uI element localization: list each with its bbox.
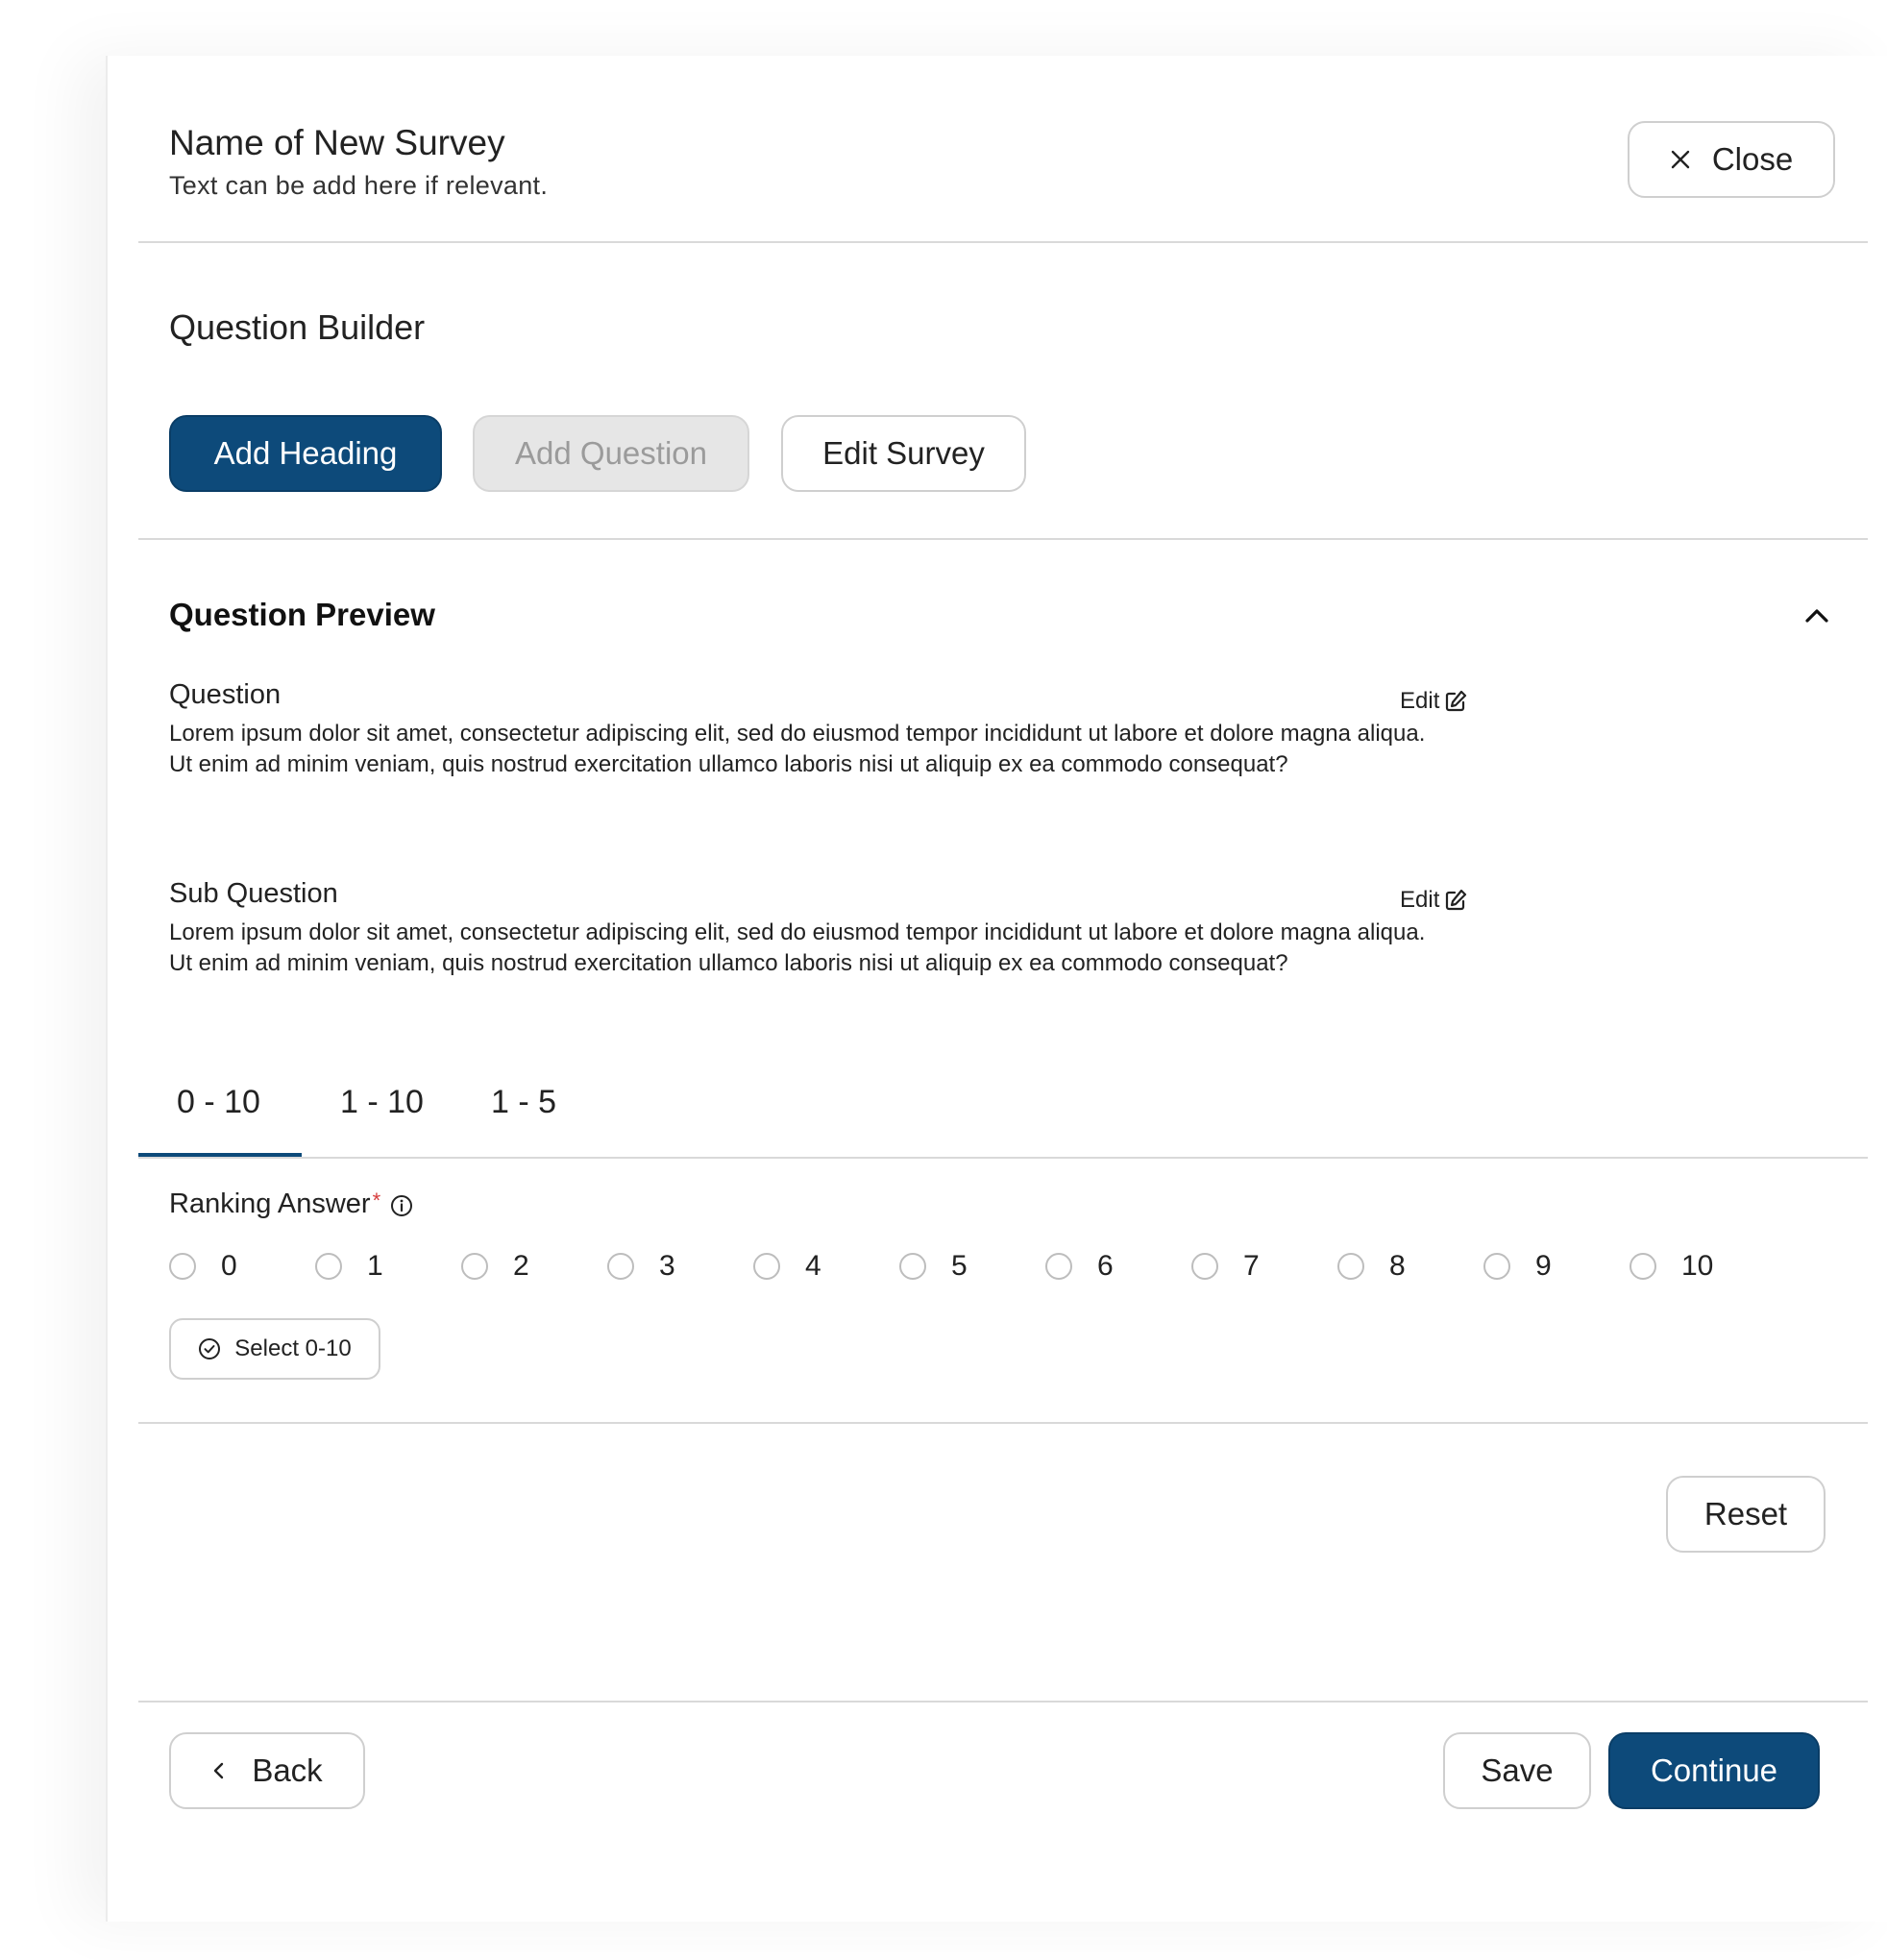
radio-label: 8 — [1389, 1250, 1406, 1282]
edit-icon — [1446, 889, 1467, 911]
radio-label: 4 — [805, 1250, 821, 1282]
survey-subtitle: Text can be add here if relevant. — [169, 171, 549, 200]
question-label: Question — [169, 679, 282, 710]
radio-option-8[interactable]: 8 — [1337, 1250, 1406, 1283]
radio-circle[interactable] — [1483, 1253, 1510, 1280]
close-label: Close — [1711, 141, 1794, 177]
radio-circle[interactable] — [1191, 1253, 1218, 1280]
radio-option-4[interactable]: 4 — [753, 1250, 821, 1283]
radio-option-3[interactable]: 3 — [607, 1250, 675, 1283]
radio-circle[interactable] — [169, 1253, 196, 1280]
radio-circle[interactable] — [753, 1253, 780, 1280]
radio-option-5[interactable]: 5 — [899, 1250, 968, 1283]
add-question-button[interactable]: Add Question — [473, 415, 749, 492]
check-circle-icon — [199, 1338, 221, 1360]
save-button[interactable]: Save — [1443, 1732, 1591, 1809]
radio-circle[interactable] — [1045, 1253, 1072, 1280]
edit-icon — [1446, 690, 1467, 712]
edit-survey-button[interactable]: Edit Survey — [781, 415, 1026, 492]
radio-label: 5 — [951, 1250, 968, 1282]
radio-option-1[interactable]: 1 — [315, 1250, 383, 1283]
radio-label: 7 — [1243, 1250, 1260, 1282]
reset-button[interactable]: Reset — [1666, 1476, 1826, 1553]
chevron-up-icon[interactable] — [1802, 601, 1831, 630]
info-icon[interactable] — [390, 1194, 413, 1217]
subquestion-text: Lorem ipsum dolor sit amet, consectetur … — [169, 919, 1426, 976]
chevron-left-icon — [214, 1762, 224, 1779]
radio-label: 6 — [1097, 1250, 1114, 1282]
select-all-label: Select 0-10 — [234, 1335, 352, 1361]
question-preview-title: Question Preview — [169, 597, 435, 632]
radio-option-0[interactable]: 0 — [169, 1250, 237, 1283]
required-mark: * — [372, 1188, 381, 1213]
divider — [138, 1422, 1868, 1424]
edit-subquestion-link[interactable]: Edit — [1400, 887, 1468, 914]
radio-circle[interactable] — [1630, 1253, 1656, 1280]
radio-label: 9 — [1535, 1250, 1552, 1282]
radio-label: 2 — [513, 1250, 529, 1282]
continue-button[interactable]: Continue — [1608, 1732, 1820, 1809]
radio-option-7[interactable]: 7 — [1191, 1250, 1260, 1283]
radio-label: 3 — [659, 1250, 675, 1282]
back-label: Back — [252, 1752, 323, 1788]
radio-label: 10 — [1681, 1250, 1714, 1282]
radio-circle[interactable] — [607, 1253, 634, 1280]
ranking-answer-label: Ranking Answer * — [169, 1188, 413, 1220]
question-text: Lorem ipsum dolor sit amet, consectetur … — [169, 721, 1426, 777]
question-builder-title: Question Builder — [169, 307, 426, 347]
add-heading-button[interactable]: Add Heading — [169, 415, 442, 492]
radio-circle[interactable] — [461, 1253, 488, 1280]
radio-label: 1 — [367, 1250, 383, 1282]
edit-label: Edit — [1400, 688, 1440, 714]
tab-1-10[interactable]: 1 - 10 — [340, 1084, 424, 1121]
close-button[interactable]: Close — [1628, 121, 1835, 198]
back-button[interactable]: Back — [169, 1732, 365, 1809]
divider — [138, 1157, 1868, 1159]
edit-label: Edit — [1400, 887, 1440, 913]
radio-option-10[interactable]: 10 — [1630, 1250, 1713, 1283]
radio-option-9[interactable]: 9 — [1483, 1250, 1552, 1283]
divider — [138, 1701, 1868, 1703]
divider — [138, 241, 1868, 243]
subquestion-label: Sub Question — [169, 878, 338, 909]
radio-option-2[interactable]: 2 — [461, 1250, 529, 1283]
radio-option-6[interactable]: 6 — [1045, 1250, 1114, 1283]
ranking-label-text: Ranking Answer — [169, 1188, 371, 1219]
radio-circle[interactable] — [315, 1253, 342, 1280]
tab-0-10[interactable]: 0 - 10 — [177, 1084, 260, 1121]
survey-title: Name of New Survey — [169, 123, 505, 162]
select-all-button[interactable]: Select 0-10 — [169, 1318, 380, 1380]
radio-label: 0 — [221, 1250, 237, 1282]
radio-circle[interactable] — [899, 1253, 926, 1280]
survey-panel: Name of New Survey Text can be add here … — [106, 56, 1887, 1922]
radio-circle[interactable] — [1337, 1253, 1364, 1280]
edit-question-link[interactable]: Edit — [1400, 688, 1468, 715]
divider — [138, 538, 1868, 540]
close-icon — [1671, 150, 1690, 169]
tab-1-5[interactable]: 1 - 5 — [491, 1084, 556, 1121]
